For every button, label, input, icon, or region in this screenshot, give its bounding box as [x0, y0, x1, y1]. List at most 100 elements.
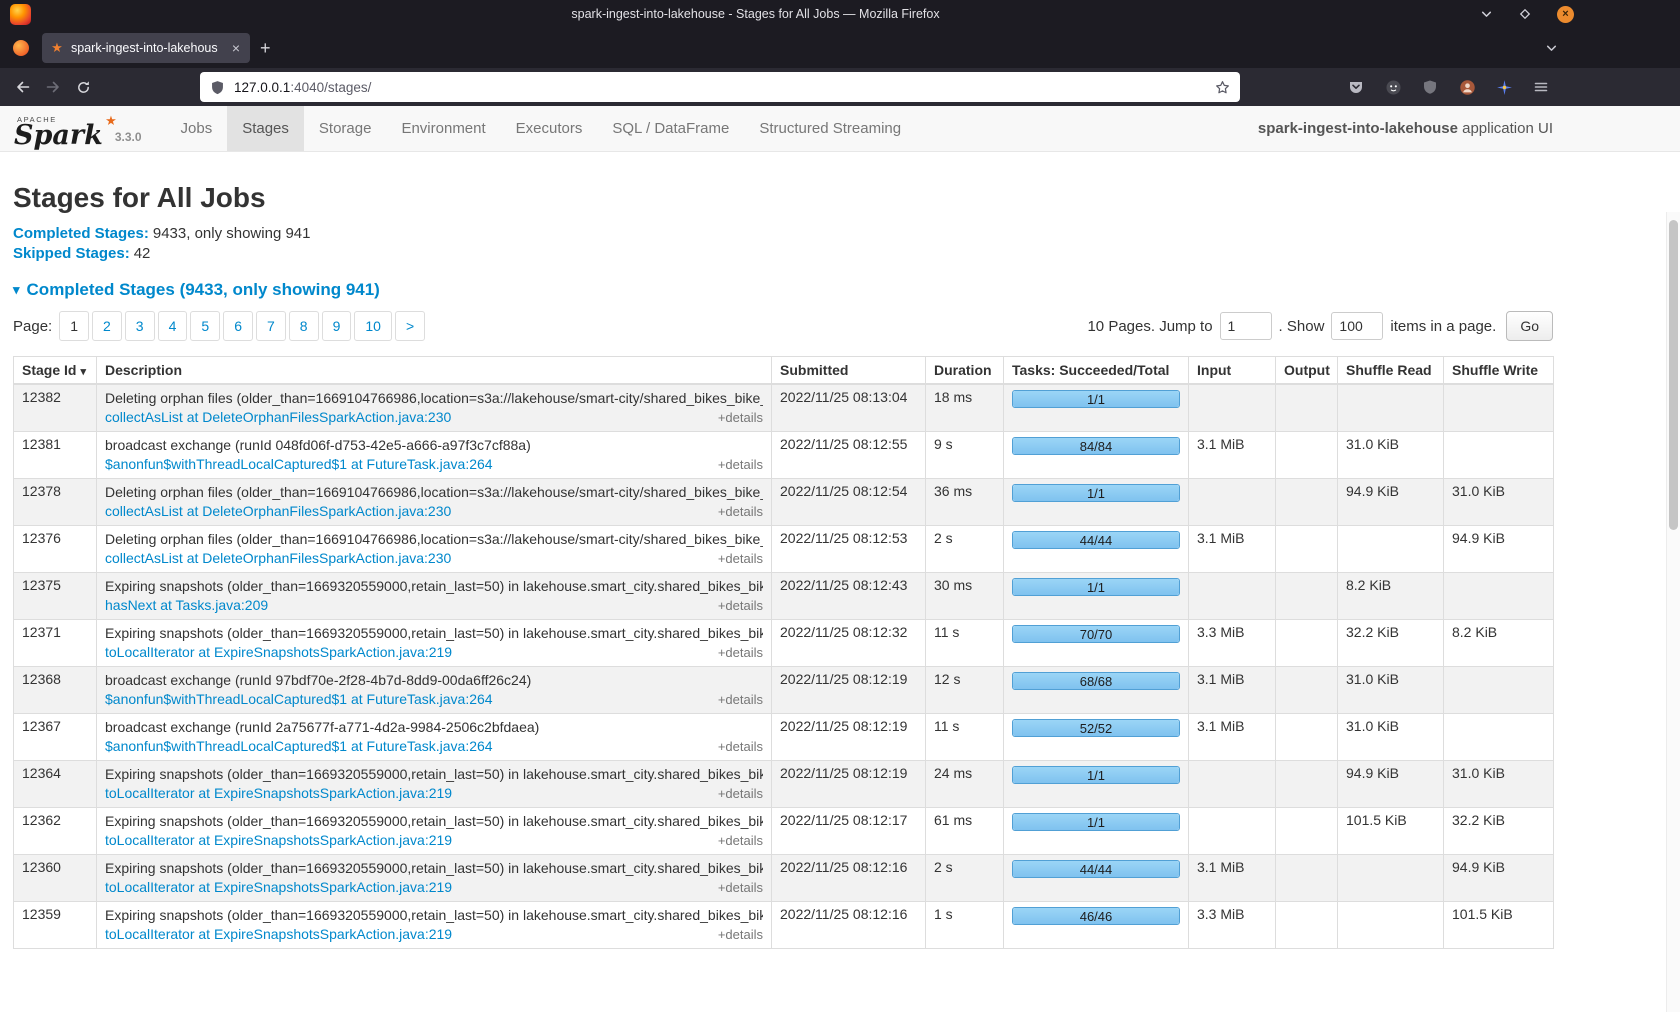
extension-sparkle-icon[interactable]: [1491, 74, 1517, 100]
nav-tab-executors[interactable]: Executors: [501, 106, 598, 151]
back-button[interactable]: [8, 73, 38, 101]
stage-description: broadcast exchange (runId 97bdf70e-2f28-…: [105, 671, 763, 690]
column-header-description[interactable]: Description: [97, 357, 772, 385]
details-toggle[interactable]: +details: [718, 455, 763, 474]
nav-tab-structured-streaming[interactable]: Structured Streaming: [744, 106, 916, 151]
account-avatar-icon[interactable]: [1454, 74, 1480, 100]
page-6-button[interactable]: 6: [223, 311, 253, 341]
column-header-output[interactable]: Output: [1276, 357, 1338, 385]
stage-row: 12375Expiring snapshots (older_than=1669…: [14, 573, 1554, 620]
chevron-down-icon: [1480, 8, 1493, 21]
details-toggle[interactable]: +details: [718, 408, 763, 427]
tab-close-icon[interactable]: ×: [230, 40, 242, 56]
stage-callsite-link[interactable]: hasNext at Tasks.java:209: [105, 596, 268, 615]
scrollbar-thumb[interactable]: [1669, 220, 1678, 530]
browser-tab[interactable]: ★ spark-ingest-into-lakehous ×: [42, 33, 250, 63]
page-9-button[interactable]: 9: [322, 311, 352, 341]
nav-tab-storage[interactable]: Storage: [304, 106, 387, 151]
column-header-submitted[interactable]: Submitted: [772, 357, 926, 385]
completed-stages-link[interactable]: Completed Stages:: [13, 225, 149, 242]
stage-callsite-link[interactable]: toLocalIterator at ExpireSnapshotsSparkA…: [105, 925, 452, 944]
stages-table-body: 12382Deleting orphan files (older_than=1…: [14, 384, 1554, 949]
stage-callsite-link[interactable]: collectAsList at DeleteOrphanFilesSparkA…: [105, 549, 451, 568]
stage-id-cell: 12371: [14, 620, 97, 667]
items-per-page-input[interactable]: [1331, 312, 1383, 340]
forward-button[interactable]: [38, 73, 68, 101]
stage-callsite-link[interactable]: toLocalIterator at ExpireSnapshotsSparkA…: [105, 878, 452, 897]
minimize-button[interactable]: [1480, 8, 1493, 21]
details-toggle[interactable]: +details: [718, 784, 763, 803]
page-5-button[interactable]: 5: [190, 311, 220, 341]
column-header-shuffle-write[interactable]: Shuffle Write: [1444, 357, 1554, 385]
spark-logo[interactable]: APACHE Spark ★ 3.3.0: [0, 106, 150, 151]
input-cell: 3.3 MiB: [1189, 902, 1276, 949]
details-toggle[interactable]: +details: [718, 643, 763, 662]
stage-callsite-link[interactable]: toLocalIterator at ExpireSnapshotsSparkA…: [105, 643, 452, 662]
details-toggle[interactable]: +details: [718, 690, 763, 709]
page-3-button[interactable]: 3: [125, 311, 155, 341]
menu-icon[interactable]: [1528, 74, 1554, 100]
details-toggle[interactable]: +details: [718, 831, 763, 850]
maximize-button[interactable]: [1519, 8, 1531, 20]
stage-row: 12382Deleting orphan files (older_than=1…: [14, 384, 1554, 432]
task-progress-bar: 52/52: [1012, 719, 1180, 737]
shuffle-write-cell: 31.0 KiB: [1444, 479, 1554, 526]
page-scrollbar[interactable]: [1666, 212, 1680, 1012]
ublock-shield-icon[interactable]: [1417, 74, 1443, 100]
pocket-icon[interactable]: [1343, 74, 1369, 100]
details-toggle[interactable]: +details: [718, 549, 763, 568]
column-header-tasks-succeeded-total[interactable]: Tasks: Succeeded/Total: [1004, 357, 1189, 385]
completed-stages-section-toggle[interactable]: ▾ Completed Stages (9433, only showing 9…: [13, 280, 380, 300]
skipped-stages-link[interactable]: Skipped Stages:: [13, 245, 130, 262]
nav-tab-sql-dataframe[interactable]: SQL / DataFrame: [597, 106, 744, 151]
privacy-badger-icon[interactable]: [1380, 74, 1406, 100]
output-cell: [1276, 573, 1338, 620]
details-toggle[interactable]: +details: [718, 596, 763, 615]
jump-to-input[interactable]: [1220, 312, 1272, 340]
new-tab-button[interactable]: +: [250, 38, 281, 59]
details-toggle[interactable]: +details: [718, 878, 763, 897]
stage-callsite-link[interactable]: $anonfun$withThreadLocalCaptured$1 at Fu…: [105, 455, 493, 474]
close-button[interactable]: ×: [1557, 6, 1574, 23]
shuffle-read-cell: [1338, 902, 1444, 949]
page-4-button[interactable]: 4: [158, 311, 188, 341]
stage-callsite-link[interactable]: $anonfun$withThreadLocalCaptured$1 at Fu…: [105, 737, 493, 756]
stage-callsite-link[interactable]: toLocalIterator at ExpireSnapshotsSparkA…: [105, 831, 452, 850]
stage-callsite-link[interactable]: toLocalIterator at ExpireSnapshotsSparkA…: [105, 784, 452, 803]
application-name: spark-ingest-into-lakehouse: [1258, 120, 1458, 137]
stage-callsite-link[interactable]: $anonfun$withThreadLocalCaptured$1 at Fu…: [105, 690, 493, 709]
nav-tab-jobs[interactable]: Jobs: [166, 106, 228, 151]
stage-description-subline: toLocalIterator at ExpireSnapshotsSparkA…: [105, 784, 763, 803]
nav-tab-stages[interactable]: Stages: [227, 106, 304, 151]
page-8-button[interactable]: 8: [289, 311, 319, 341]
stage-description-subline: collectAsList at DeleteOrphanFilesSparkA…: [105, 502, 763, 521]
column-header-shuffle-read[interactable]: Shuffle Read: [1338, 357, 1444, 385]
page-2-button[interactable]: 2: [92, 311, 122, 341]
go-button[interactable]: Go: [1506, 311, 1553, 341]
shuffle-read-cell: 94.9 KiB: [1338, 761, 1444, 808]
stage-description: Expiring snapshots (older_than=166932055…: [105, 624, 763, 643]
tracking-protection-shield-icon[interactable]: [210, 80, 225, 95]
bookmark-star-icon[interactable]: [1215, 80, 1230, 95]
column-header-stage-id[interactable]: Stage Id▾: [14, 357, 97, 385]
details-toggle[interactable]: +details: [718, 925, 763, 944]
page-7-button[interactable]: 7: [256, 311, 286, 341]
list-all-tabs-button[interactable]: [1545, 42, 1558, 55]
output-cell: [1276, 432, 1338, 479]
stage-callsite-link[interactable]: collectAsList at DeleteOrphanFilesSparkA…: [105, 408, 451, 427]
details-toggle[interactable]: +details: [718, 737, 763, 756]
firefox-view-button[interactable]: [8, 35, 34, 61]
column-header-input[interactable]: Input: [1189, 357, 1276, 385]
url-bar[interactable]: 127.0.0.1:4040/stages/: [200, 72, 1240, 102]
page-10-button[interactable]: 10: [354, 311, 392, 341]
nav-tab-environment[interactable]: Environment: [386, 106, 500, 151]
reload-button[interactable]: [68, 73, 98, 101]
tasks-count: 46/46: [1013, 908, 1179, 925]
next-page-button[interactable]: >: [395, 311, 425, 341]
page-1-button[interactable]: 1: [59, 311, 89, 341]
details-toggle[interactable]: +details: [718, 502, 763, 521]
column-header-duration[interactable]: Duration: [926, 357, 1004, 385]
tasks-cell: 44/44: [1004, 526, 1189, 573]
stage-callsite-link[interactable]: collectAsList at DeleteOrphanFilesSparkA…: [105, 502, 451, 521]
tasks-cell: 1/1: [1004, 573, 1189, 620]
